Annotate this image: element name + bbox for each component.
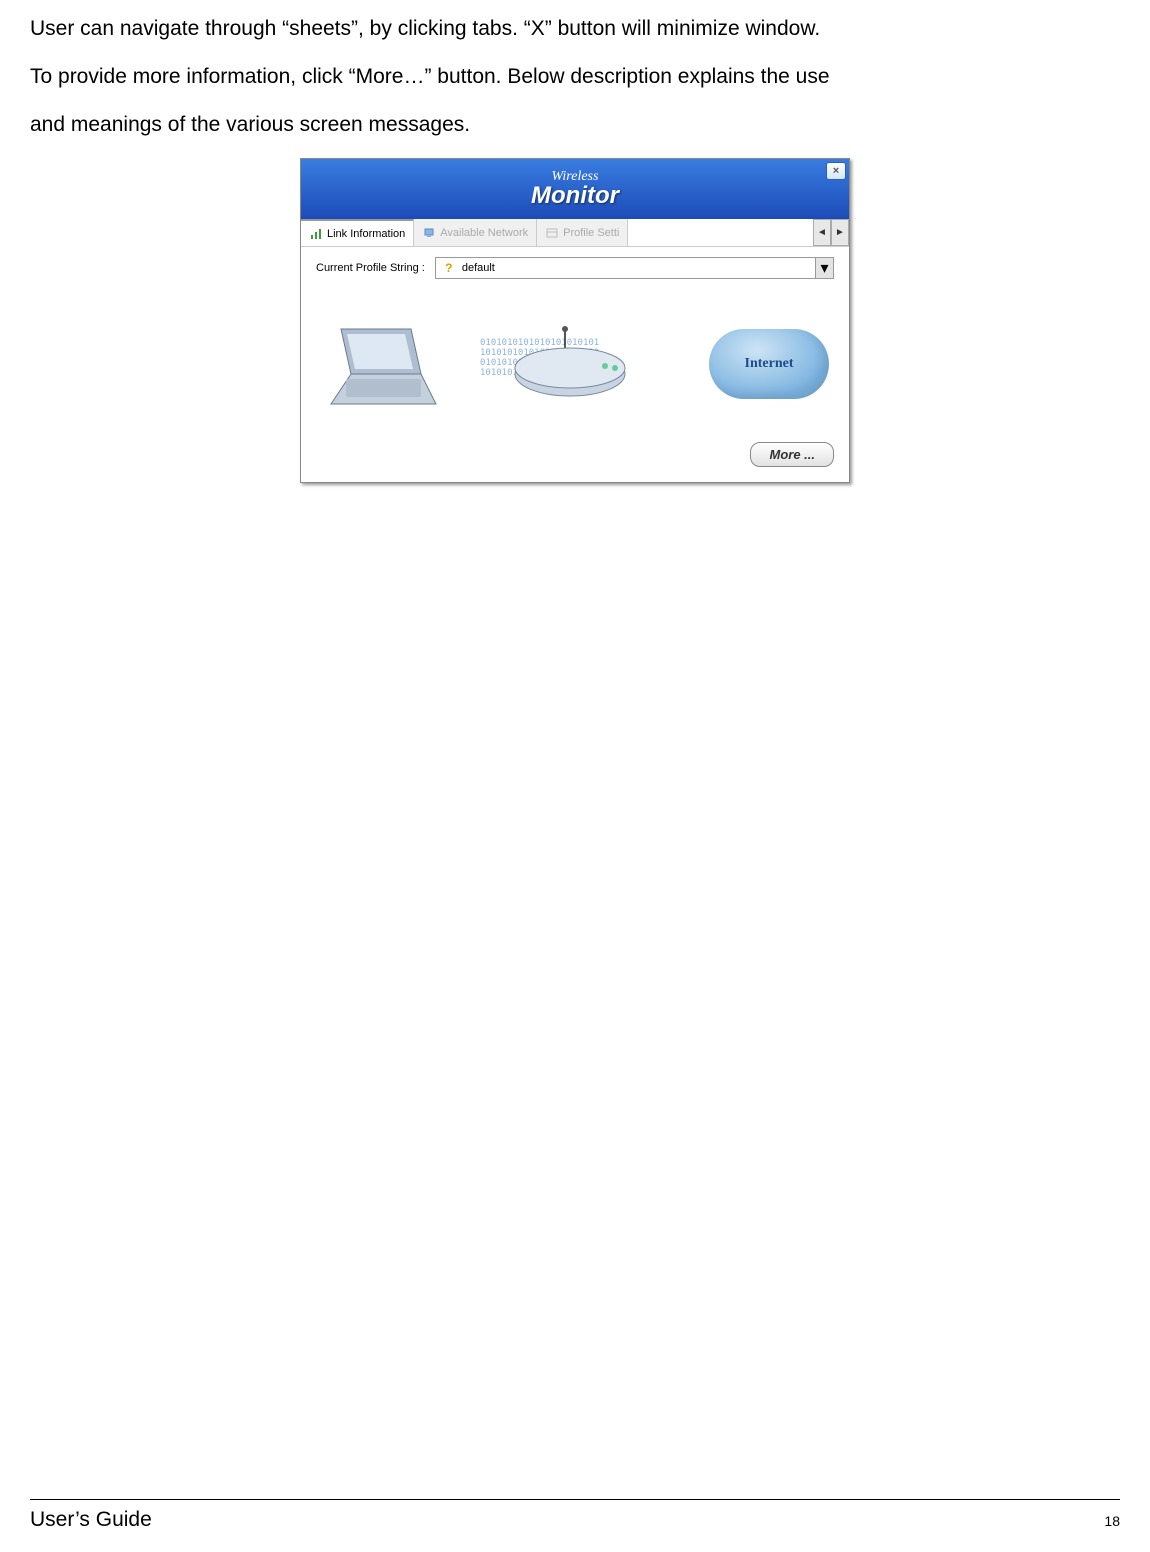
signal-icon: [309, 227, 323, 241]
more-button[interactable]: More ...: [750, 442, 834, 467]
chevron-right-icon: ►: [835, 227, 845, 238]
internet-cloud-icon: Internet: [709, 329, 829, 399]
dropdown-arrow-button[interactable]: ▾: [815, 258, 833, 278]
tab-link-information[interactable]: Link Information: [301, 219, 414, 246]
tab-label: Profile Setti: [563, 227, 619, 239]
profile-value-text: default: [462, 262, 495, 274]
question-icon: ?: [442, 261, 456, 275]
titlebar: Wireless Monitor ×: [301, 159, 849, 219]
profile-select[interactable]: ? default ▾: [435, 257, 834, 279]
sheet-content: Current Profile String : ? default ▾: [301, 247, 849, 482]
chevron-left-icon: ◄: [817, 227, 827, 238]
app-title-logo: Wireless Monitor: [531, 170, 619, 208]
chevron-down-icon: ▾: [820, 258, 828, 278]
tab-scroll-right-button[interactable]: ►: [831, 219, 849, 246]
tab-scroll-buttons: ◄ ►: [813, 219, 849, 246]
connection-diagram: 0101010101010101010101 10101010101010101…: [316, 294, 834, 434]
wireless-monitor-window: Wireless Monitor × Link Information Avai…: [300, 158, 850, 483]
footer-title: User’s Guide: [30, 1508, 152, 1532]
footer-page-number: 18: [1104, 1513, 1120, 1529]
profile-select-value: ? default: [436, 258, 815, 278]
laptop-icon: [321, 319, 441, 409]
close-button[interactable]: ×: [826, 162, 846, 180]
body-text-line-2: To provide more information, click “More…: [30, 58, 1120, 96]
router-icon: 0101010101010101010101 10101010101010101…: [505, 324, 645, 404]
profile-icon: [545, 226, 559, 240]
tab-strip: Link Information Available Network Profi…: [301, 219, 849, 247]
internet-label: Internet: [745, 356, 794, 372]
page-footer: User’s Guide 18: [30, 1499, 1120, 1532]
title-monitor: Monitor: [531, 184, 619, 208]
profile-label: Current Profile String :: [316, 262, 425, 274]
close-icon: ×: [833, 165, 839, 177]
body-text-line-3: and meanings of the various screen messa…: [30, 106, 1120, 144]
tab-available-network[interactable]: Available Network: [414, 219, 537, 246]
profile-row: Current Profile String : ? default ▾: [316, 257, 834, 279]
tab-label: Available Network: [440, 227, 528, 239]
tab-scroll-left-button[interactable]: ◄: [813, 219, 831, 246]
tab-profile-setting[interactable]: Profile Setti: [537, 219, 628, 246]
tab-label: Link Information: [327, 228, 405, 240]
network-icon: [422, 226, 436, 240]
body-text-line-1: User can navigate through “sheets”, by c…: [30, 10, 1120, 48]
